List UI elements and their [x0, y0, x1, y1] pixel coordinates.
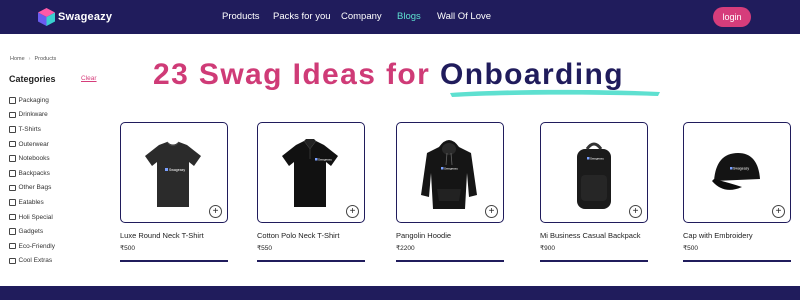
category-eatables[interactable]: Eatables	[9, 195, 99, 210]
checkbox[interactable]	[9, 184, 16, 192]
product-image[interactable]: Swageazy +	[396, 122, 504, 223]
category-label: Drinkware	[18, 111, 48, 119]
nav-wall-of-love[interactable]: Wall Of Love	[437, 11, 491, 22]
nav-blogs[interactable]: Blogs	[397, 11, 421, 22]
product-name[interactable]: Pangolin Hoodie	[396, 231, 504, 240]
title-prefix: 23 Swag Ideas for	[153, 58, 431, 91]
clear-filters-link[interactable]: Clear	[81, 75, 97, 82]
title-highlight: Onboarding	[439, 58, 624, 91]
product-price: ₹500	[683, 245, 698, 252]
category-label: Holi Special	[18, 213, 53, 221]
brand-name[interactable]: Swageazy	[58, 11, 112, 23]
category-label: Backpacks	[18, 169, 50, 177]
nav-packs-for-you[interactable]: Packs for you	[273, 11, 331, 22]
category-eco-friendly[interactable]: Eco-Friendly	[9, 239, 99, 254]
add-to-cart-button[interactable]: +	[629, 205, 642, 218]
checkbox[interactable]	[9, 170, 16, 177]
card-divider	[396, 260, 504, 262]
category-label: Eatables	[18, 198, 44, 206]
footer-bar	[0, 286, 800, 300]
print-logo-label: Swageazy	[590, 157, 604, 161]
category-label: Gadgets	[18, 228, 44, 236]
categories-heading: Categories	[9, 74, 56, 84]
product-price: ₹550	[257, 245, 272, 252]
top-navbar: Swageazy Products Packs for you Company …	[0, 0, 800, 34]
add-to-cart-button[interactable]: +	[485, 205, 498, 218]
product-image[interactable]: Swageazy +	[540, 122, 648, 223]
category-holi-special[interactable]: Holi Special	[9, 210, 99, 225]
category-t-shirts[interactable]: T-Shirts	[9, 122, 99, 137]
checkbox[interactable]	[9, 213, 16, 221]
breadcrumb: Home › Products	[10, 56, 56, 62]
print-logo-label: Swageazy	[169, 168, 185, 172]
product-price: ₹500	[120, 245, 135, 252]
category-label: Other Bags	[18, 184, 52, 192]
login-button[interactable]: login	[713, 7, 751, 27]
category-label: Notebooks	[18, 155, 50, 163]
category-label: Eco-Friendly	[18, 242, 55, 250]
product-name[interactable]: Mi Business Casual Backpack	[540, 231, 648, 240]
product-image[interactable]: Swageazy +	[683, 122, 791, 223]
add-to-cart-button[interactable]: +	[346, 205, 359, 218]
checkbox[interactable]	[9, 97, 16, 104]
category-label: Packaging	[18, 96, 49, 104]
nav-products[interactable]: Products	[222, 11, 260, 22]
product-name[interactable]: Luxe Round Neck T-Shirt	[120, 231, 228, 240]
swageazy-logo-icon[interactable]	[38, 8, 55, 26]
product-name[interactable]: Cotton Polo Neck T-Shirt	[257, 231, 365, 240]
breadcrumb-home[interactable]: Home	[10, 56, 25, 62]
print-logo-label: Swageazy	[733, 167, 749, 171]
page-title: 23 Swag Ideas for Onboarding	[153, 55, 624, 95]
card-divider	[120, 260, 228, 262]
card-divider	[257, 260, 365, 262]
add-to-cart-button[interactable]: +	[209, 205, 222, 218]
product-price: ₹900	[540, 245, 555, 252]
checkbox[interactable]	[9, 242, 16, 250]
category-packaging[interactable]: Packaging	[9, 93, 99, 108]
category-cool-extras[interactable]: Cool Extras	[9, 254, 99, 269]
product-name[interactable]: Cap with Embroidery	[683, 231, 791, 240]
checkbox[interactable]	[9, 228, 16, 235]
category-backpacks[interactable]: Backpacks	[9, 166, 99, 181]
category-other-bags[interactable]: Other Bags	[9, 181, 99, 196]
product-card[interactable]: Swageazy + Luxe Round Neck T-Shirt ₹500	[120, 122, 228, 262]
category-notebooks[interactable]: Notebooks	[9, 151, 99, 166]
category-label: T-Shirts	[18, 125, 41, 133]
product-card[interactable]: Swageazy + Pangolin Hoodie ₹2200	[396, 122, 504, 262]
category-drinkware[interactable]: Drinkware	[9, 108, 99, 123]
checkbox[interactable]	[9, 111, 16, 119]
checkbox[interactable]	[9, 257, 16, 265]
add-to-cart-button[interactable]: +	[772, 205, 785, 218]
category-outerwear[interactable]: Outerwear	[9, 137, 99, 152]
category-gadgets[interactable]: Gadgets	[9, 224, 99, 239]
product-image[interactable]: Swageazy +	[257, 122, 365, 223]
print-logo-label: Swageazy	[444, 167, 458, 171]
category-label: Outerwear	[18, 140, 49, 148]
product-image[interactable]: Swageazy +	[120, 122, 228, 223]
product-card[interactable]: Swageazy + Cap with Embroidery ₹500	[683, 122, 791, 262]
product-card[interactable]: Swageazy + Cotton Polo Neck T-Shirt ₹550	[257, 122, 365, 262]
card-divider	[683, 260, 791, 262]
checkbox[interactable]	[9, 199, 16, 206]
category-filter-list: Packaging Drinkware T-Shirts Outerwear N…	[9, 93, 99, 268]
breadcrumb-products[interactable]: Products	[35, 56, 57, 62]
print-logo-label: Swageazy	[318, 158, 332, 162]
checkbox[interactable]	[9, 140, 16, 148]
product-card[interactable]: Swageazy + Mi Business Casual Backpack ₹…	[540, 122, 648, 262]
checkbox[interactable]	[9, 155, 16, 162]
breadcrumb-separator: ›	[28, 56, 31, 62]
card-divider	[540, 260, 648, 262]
checkbox[interactable]	[9, 126, 16, 133]
nav-company[interactable]: Company	[341, 11, 382, 22]
category-label: Cool Extras	[18, 257, 53, 265]
product-price: ₹2200	[396, 245, 415, 252]
